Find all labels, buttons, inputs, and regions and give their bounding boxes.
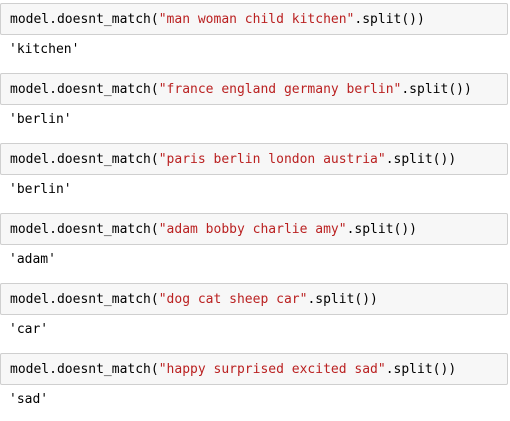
- code-function-call: model.doesnt_match(: [10, 152, 159, 167]
- code-string-literal: "paris berlin london austria": [158, 152, 386, 167]
- code-method-call: .split()): [346, 222, 418, 237]
- code-string-literal: "adam bobby charlie amy": [158, 222, 347, 237]
- cell-output: 'berlin': [9, 182, 72, 197]
- code-input-area[interactable]: model.doesnt_match("france england germa…: [0, 73, 508, 105]
- code-line: model.doesnt_match("france england germa…: [10, 81, 472, 98]
- cell-output: 'sad': [9, 392, 49, 407]
- code-input-area[interactable]: model.doesnt_match("dog cat sheep car".s…: [0, 283, 508, 315]
- code-method-call: .split()): [401, 82, 472, 97]
- code-input-area[interactable]: model.doesnt_match("happy surprised exci…: [0, 353, 508, 385]
- code-method-call: .split()): [385, 362, 457, 377]
- code-input-area[interactable]: model.doesnt_match("man woman child kitc…: [0, 3, 508, 35]
- cell-output: 'adam': [9, 252, 56, 267]
- code-line: model.doesnt_match("dog cat sheep car".s…: [10, 291, 378, 308]
- code-method-call: .split()): [354, 12, 425, 27]
- cell-output: 'berlin': [9, 112, 72, 127]
- code-line: model.doesnt_match("paris berlin london …: [10, 151, 456, 168]
- code-string-literal: "man woman child kitchen": [158, 12, 355, 27]
- code-function-call: model.doesnt_match(: [10, 82, 159, 97]
- code-function-call: model.doesnt_match(: [10, 292, 159, 307]
- code-string-literal: "dog cat sheep car": [158, 292, 308, 307]
- code-line: model.doesnt_match("adam bobby charlie a…: [10, 221, 417, 238]
- code-function-call: model.doesnt_match(: [10, 222, 159, 237]
- cell-output: 'car': [9, 322, 49, 337]
- code-input-area[interactable]: model.doesnt_match("adam bobby charlie a…: [0, 213, 508, 245]
- code-line: model.doesnt_match("man woman child kitc…: [10, 11, 425, 28]
- code-method-call: .split()): [307, 292, 378, 307]
- code-input-area[interactable]: model.doesnt_match("paris berlin london …: [0, 143, 508, 175]
- notebook-cells: model.doesnt_match("man woman child kitc…: [0, 0, 510, 421]
- code-function-call: model.doesnt_match(: [10, 12, 159, 27]
- code-string-literal: "happy surprised excited sad": [158, 362, 386, 377]
- cell-output: 'kitchen': [9, 42, 80, 57]
- code-string-literal: "france england germany berlin": [158, 82, 402, 97]
- code-line: model.doesnt_match("happy surprised exci…: [10, 361, 456, 378]
- code-function-call: model.doesnt_match(: [10, 362, 159, 377]
- code-method-call: .split()): [385, 152, 457, 167]
